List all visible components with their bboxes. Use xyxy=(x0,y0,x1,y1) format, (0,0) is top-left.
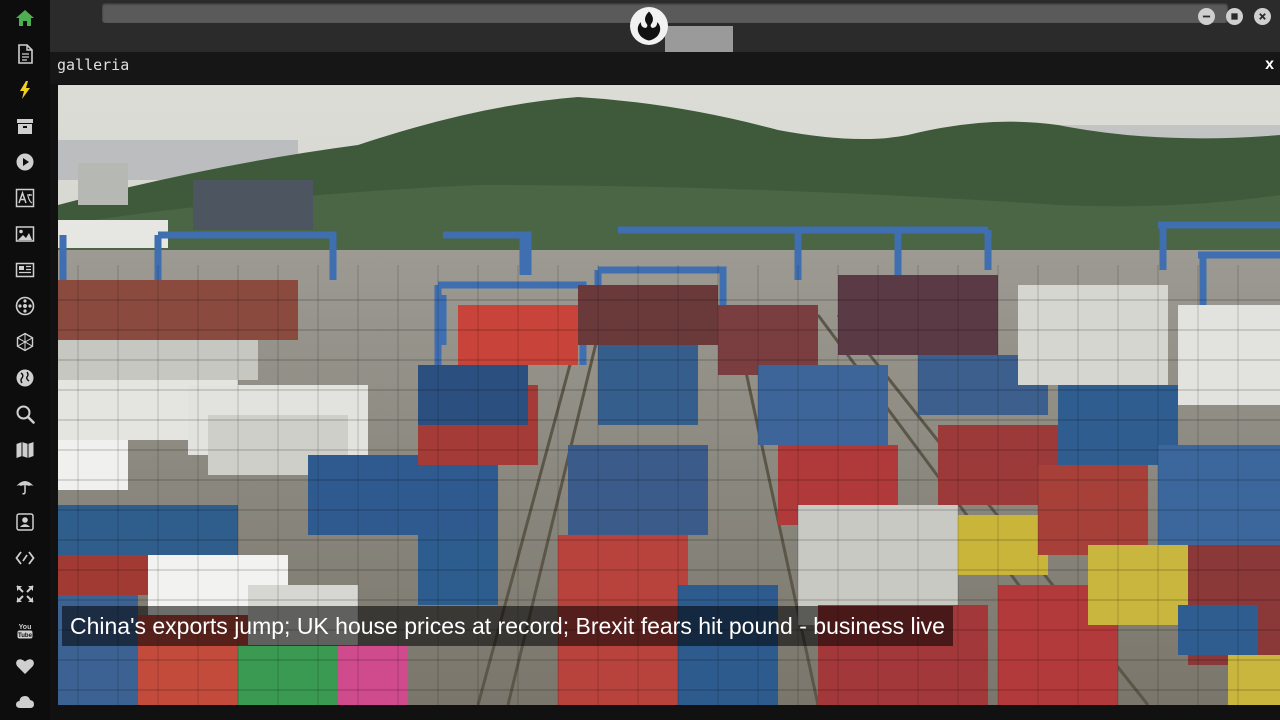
maximize-icon[interactable] xyxy=(1226,8,1243,25)
youtube-icon[interactable]: You Tube xyxy=(13,618,37,642)
archive-icon[interactable] xyxy=(13,114,37,138)
code-icon[interactable] xyxy=(13,546,37,570)
panel-header: galleria x xyxy=(50,52,1280,84)
home-icon[interactable] xyxy=(13,6,37,30)
expand-arrows-icon[interactable] xyxy=(13,582,37,606)
close-icon[interactable] xyxy=(1254,8,1271,25)
rebel-alliance-logo-icon[interactable] xyxy=(630,7,668,45)
minimize-icon[interactable] xyxy=(1198,8,1215,25)
panel-title: galleria xyxy=(57,56,130,74)
lightning-icon[interactable] xyxy=(13,78,37,102)
play-circle-icon[interactable] xyxy=(13,150,37,174)
umbrella-icon[interactable] xyxy=(13,474,37,498)
heart-icon[interactable] xyxy=(13,654,37,678)
hexagon-network-icon[interactable] xyxy=(13,330,37,354)
translate-icon[interactable] xyxy=(13,186,37,210)
contact-card-icon[interactable] xyxy=(13,510,37,534)
gallery-caption: China's exports jump; UK house prices at… xyxy=(62,606,953,646)
document-icon[interactable] xyxy=(13,42,37,66)
globe-icon[interactable] xyxy=(13,366,37,390)
logo-tab[interactable] xyxy=(665,26,733,52)
image-icon[interactable] xyxy=(13,222,37,246)
search-icon[interactable] xyxy=(13,402,37,426)
film-reel-icon[interactable] xyxy=(13,294,37,318)
svg-text:Tube: Tube xyxy=(18,633,33,639)
sidebar: You Tube xyxy=(0,0,50,720)
newspaper-icon[interactable] xyxy=(13,258,37,282)
svg-text:You: You xyxy=(19,624,32,631)
map-icon[interactable] xyxy=(13,438,37,462)
panel-close-button[interactable]: x xyxy=(1265,55,1274,75)
cloud-icon[interactable] xyxy=(13,690,37,714)
bottom-strip xyxy=(50,705,1280,720)
